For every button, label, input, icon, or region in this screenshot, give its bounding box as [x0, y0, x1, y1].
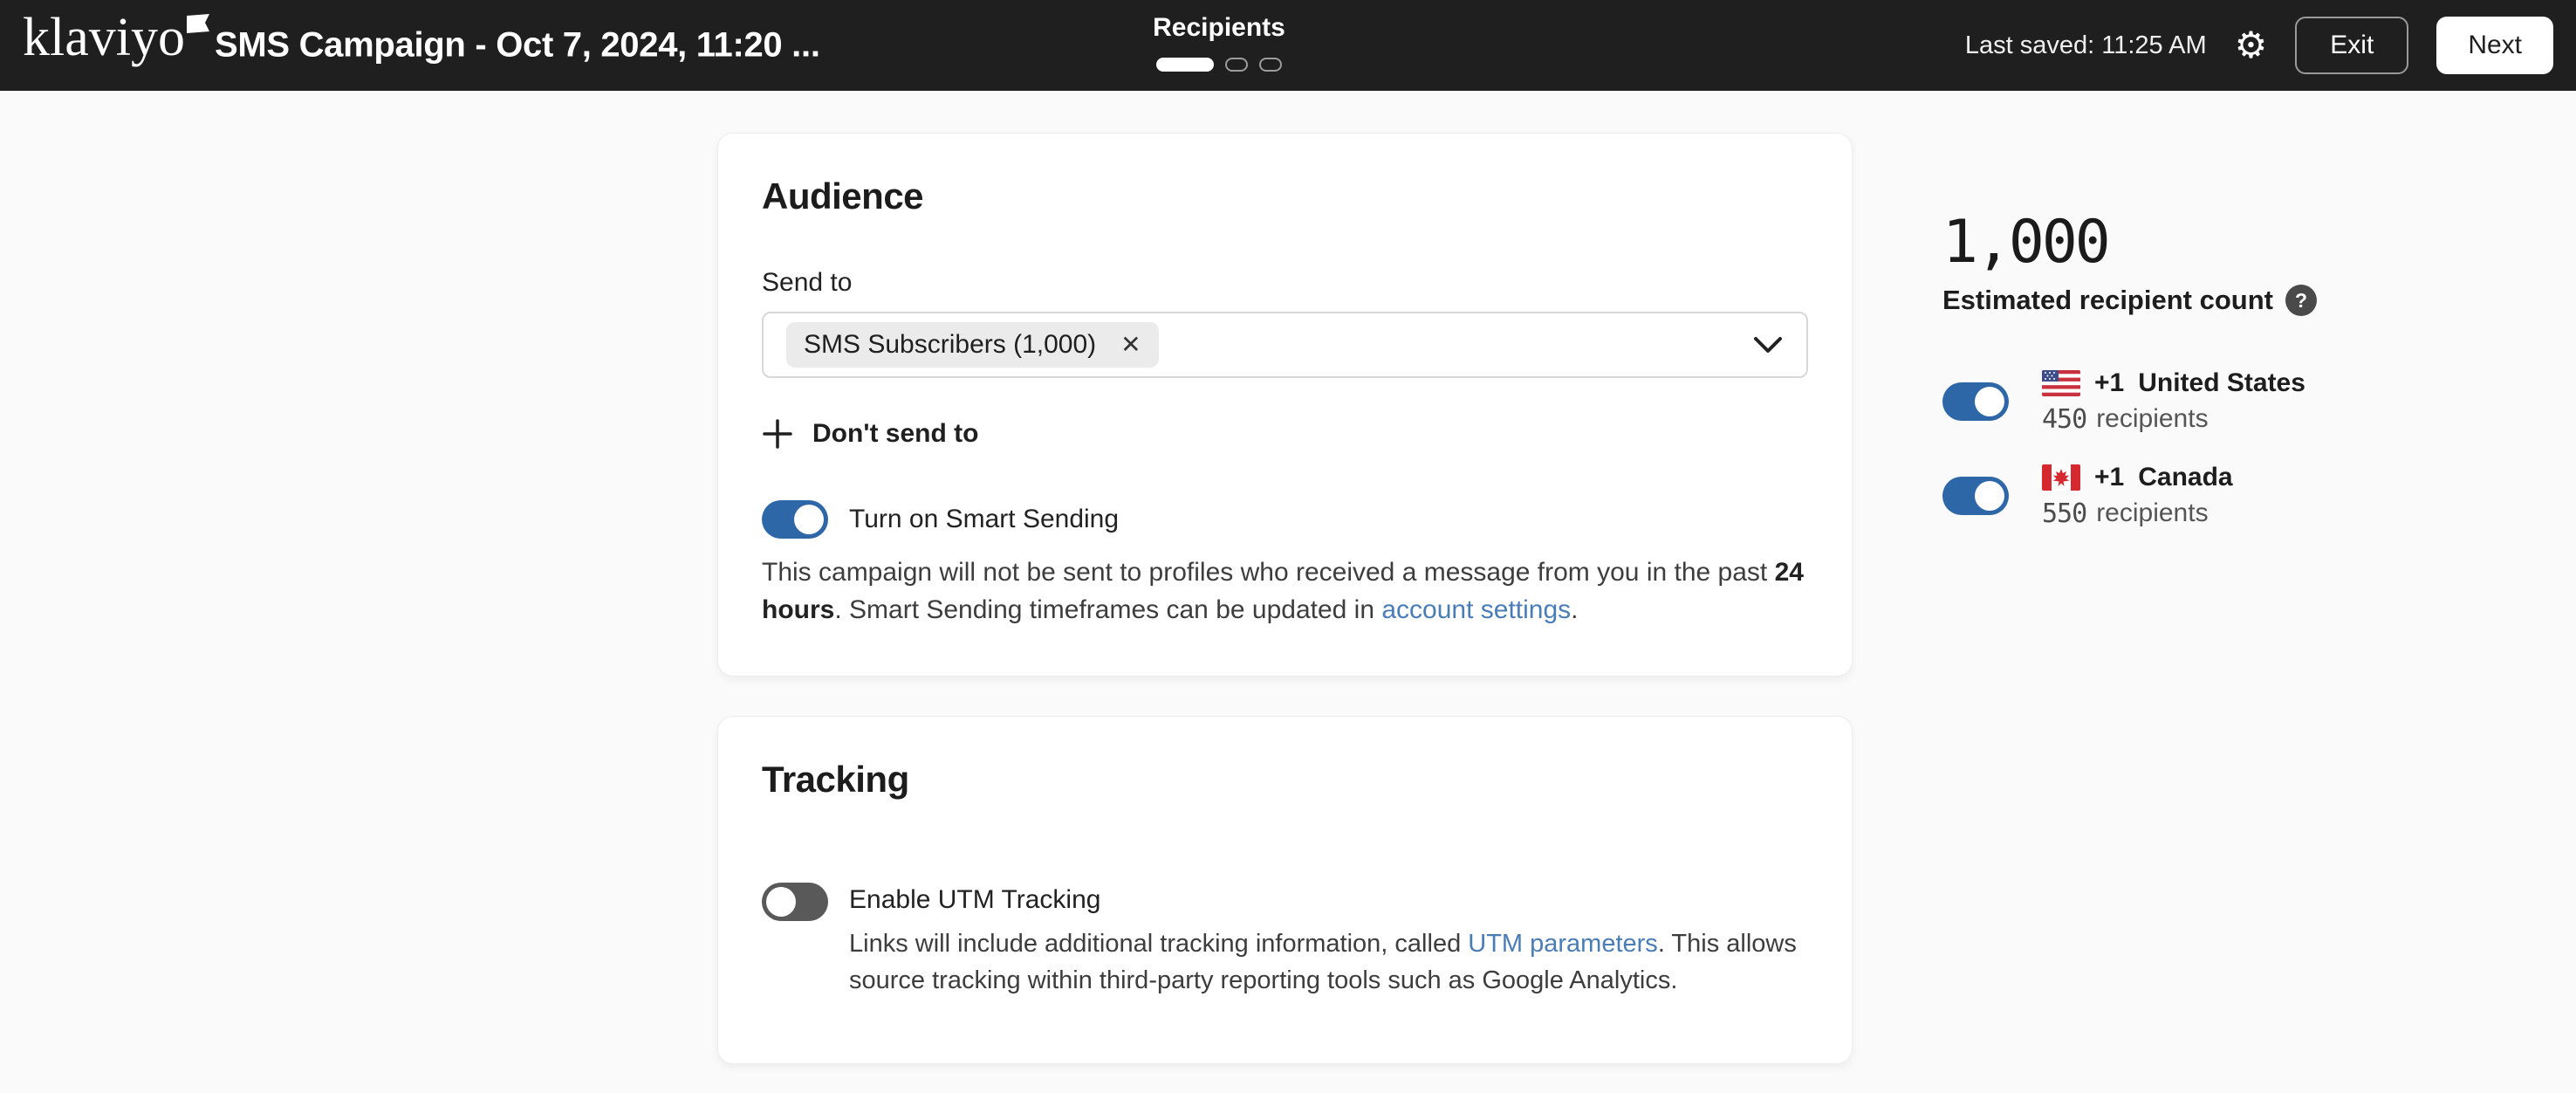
step-pill-2[interactable] [1225, 58, 1248, 72]
estimated-count-label-row: Estimated recipient count ? [1942, 285, 2536, 316]
country-list: +1 United States 450 recipients [1942, 368, 2536, 529]
country-info: +1 Canada 550 recipients [2042, 463, 2233, 529]
united-states-toggle[interactable] [1942, 382, 2009, 421]
plus-icon [762, 418, 793, 450]
klaviyo-flag-icon [187, 14, 209, 33]
tracking-card: Tracking Enable UTM Tracking Links will … [717, 716, 1853, 1064]
main-content: Audience Send to SMS Subscribers (1,000)… [0, 91, 2576, 1093]
gear-icon[interactable]: ⚙ [2235, 27, 2268, 64]
utm-tracking-toggle[interactable] [762, 883, 828, 921]
smart-sending-toggle[interactable] [762, 500, 828, 539]
dont-send-to-button[interactable]: Don't send to [762, 418, 1808, 450]
country-name: United States [2138, 368, 2305, 398]
utm-description: Links will include additional tracking i… [849, 925, 1808, 999]
utm-text-block: Enable UTM Tracking Links will include a… [849, 883, 1808, 999]
utm-parameters-link[interactable]: UTM parameters [1468, 930, 1658, 958]
campaign-title: SMS Campaign - Oct 7, 2024, 11:20 ... [215, 26, 820, 65]
smart-sending-row: Turn on Smart Sending [762, 500, 1808, 539]
country-recipient-unit: recipients [2096, 404, 2208, 435]
stepper-pills [1150, 58, 1288, 72]
toggle-knob [1975, 481, 2004, 511]
smart-desc-mid: . Smart Sending timeframes can be update… [834, 595, 1381, 624]
topbar-actions: Last saved: 11:25 AM ⚙ Exit Next [1965, 0, 2553, 91]
tracking-heading: Tracking [762, 759, 1808, 801]
audience-card: Audience Send to SMS Subscribers (1,000)… [717, 133, 1853, 677]
toggle-knob [1975, 387, 2004, 416]
send-to-select[interactable]: SMS Subscribers (1,000) ✕ [762, 312, 1808, 378]
exit-button[interactable]: Exit [2295, 17, 2408, 74]
dont-send-to-label: Don't send to [812, 419, 978, 449]
help-icon[interactable]: ? [2285, 285, 2317, 316]
toggle-knob [794, 505, 824, 534]
progress-stepper: Recipients [1150, 13, 1288, 72]
canada-toggle[interactable] [1942, 477, 2009, 515]
step-pill-recipients[interactable] [1156, 58, 1214, 72]
smart-desc-end: . [1571, 595, 1578, 624]
country-row-united-states: +1 United States 450 recipients [1942, 368, 2536, 435]
last-saved-text: Last saved: 11:25 AM [1965, 31, 2207, 60]
smart-sending-description: This campaign will not be sent to profil… [762, 554, 1808, 629]
country-name: Canada [2138, 463, 2232, 492]
country-dial-code: +1 [2094, 368, 2124, 398]
stepper-step-label: Recipients [1150, 13, 1288, 43]
utm-tracking-label: Enable UTM Tracking [849, 885, 1808, 915]
chevron-down-icon [1752, 335, 1784, 354]
us-flag-icon [2042, 370, 2080, 396]
estimated-recipient-count: 1,000 [1942, 213, 2536, 272]
canada-flag-icon [2042, 464, 2080, 491]
utm-tracking-row: Enable UTM Tracking Links will include a… [762, 883, 1808, 999]
country-recipient-unit: recipients [2096, 498, 2208, 529]
country-recipient-count: 450 [2042, 404, 2086, 435]
account-settings-link[interactable]: account settings [1381, 595, 1571, 624]
country-info: +1 United States 450 recipients [2042, 368, 2305, 435]
topbar: klaviyo SMS Campaign - Oct 7, 2024, 11:2… [0, 0, 2576, 91]
klaviyo-logo[interactable]: klaviyo [23, 5, 209, 70]
utm-desc-text: Links will include additional tracking i… [849, 930, 1468, 958]
country-row-canada: +1 Canada 550 recipients [1942, 463, 2536, 529]
toggle-knob [766, 887, 796, 917]
step-pill-3[interactable] [1259, 58, 1282, 72]
chip-remove-icon[interactable]: ✕ [1120, 333, 1141, 357]
smart-sending-label: Turn on Smart Sending [849, 505, 1119, 534]
segment-chip[interactable]: SMS Subscribers (1,000) ✕ [786, 322, 1159, 368]
country-dial-code: +1 [2094, 463, 2124, 492]
country-recipient-count: 550 [2042, 498, 2086, 529]
recipient-summary-panel: 1,000 Estimated recipient count ? [1942, 213, 2536, 529]
send-to-label: Send to [762, 268, 1808, 298]
klaviyo-logo-text: klaviyo [23, 8, 185, 67]
estimated-count-label: Estimated recipient count [1942, 285, 2273, 316]
smart-desc-text: This campaign will not be sent to profil… [762, 558, 1775, 587]
audience-heading: Audience [762, 175, 1808, 217]
segment-chip-label: SMS Subscribers (1,000) [804, 330, 1096, 360]
next-button[interactable]: Next [2436, 17, 2553, 74]
